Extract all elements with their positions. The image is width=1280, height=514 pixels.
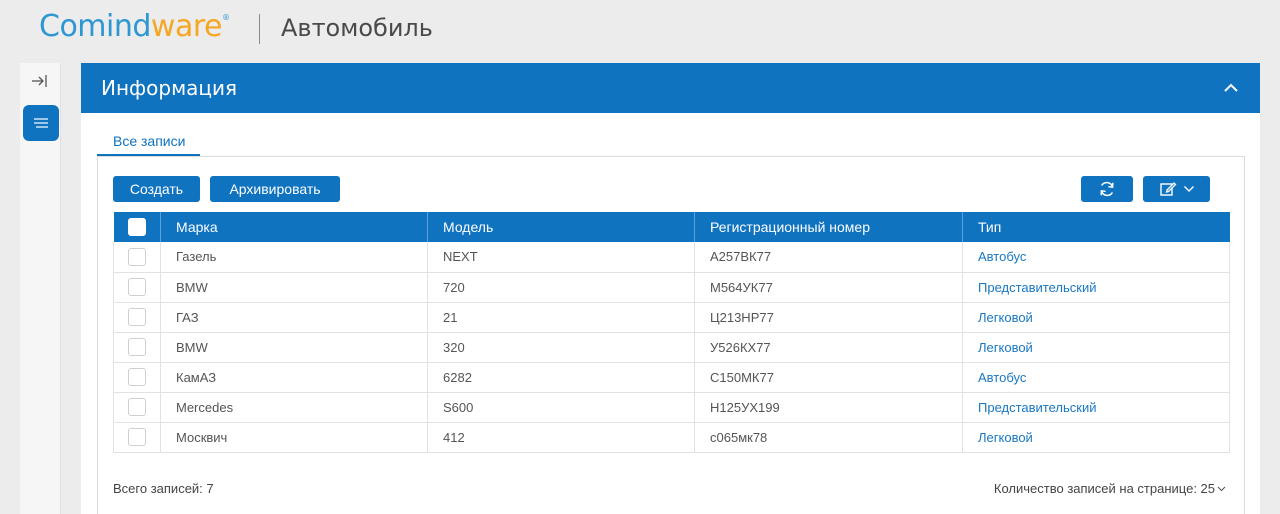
cell-model: 21 <box>427 302 695 333</box>
top-bar: Comindware® Автомобиль <box>0 0 1280 62</box>
cell-type-link[interactable]: Автобус <box>962 362 1230 393</box>
info-panel: Информация Все записи Создать Архивирова… <box>81 63 1260 514</box>
cell-reg-number: Ц213НР77 <box>694 302 963 333</box>
column-header-model[interactable]: Модель <box>427 212 695 242</box>
row-checkbox[interactable] <box>128 368 146 386</box>
row-checkbox[interactable] <box>128 338 146 356</box>
cell-brand: КамАЗ <box>160 362 428 393</box>
column-header-reg-number[interactable]: Регистрационный номер <box>694 212 963 242</box>
column-header-brand[interactable]: Марка <box>160 212 428 242</box>
row-checkbox[interactable] <box>128 398 146 416</box>
cell-reg-number: с065мк78 <box>694 422 963 453</box>
create-button[interactable]: Создать <box>113 176 200 202</box>
select-all-cell <box>113 212 161 242</box>
row-checkbox[interactable] <box>128 278 146 296</box>
cell-brand: Газель <box>160 242 428 273</box>
cell-type-link[interactable]: Представительский <box>962 272 1230 303</box>
cell-brand: Москвич <box>160 422 428 453</box>
table-row[interactable]: ГАЗ 21 Ц213НР77 Легковой <box>113 302 1230 333</box>
cell-brand: BMW <box>160 272 428 303</box>
menu-button[interactable] <box>23 105 59 141</box>
cell-model: 320 <box>427 332 695 363</box>
tabs: Все записи <box>97 133 201 156</box>
page-size-selector[interactable]: Количество записей на странице: 25 <box>994 481 1226 496</box>
side-rail <box>20 63 61 514</box>
page-title: Автомобиль <box>281 14 433 42</box>
records-table: Марка Модель Регистрационный номер Тип Г… <box>113 212 1230 453</box>
cell-reg-number: М564УК77 <box>694 272 963 303</box>
refresh-button[interactable] <box>1081 176 1133 202</box>
cell-brand: BMW <box>160 332 428 363</box>
comindware-logo[interactable]: Comindware® <box>39 9 230 44</box>
chevron-down-icon <box>1217 486 1226 491</box>
cell-model: S600 <box>427 392 695 423</box>
chevron-down-icon <box>1183 186 1194 192</box>
cell-brand: ГАЗ <box>160 302 428 333</box>
edit-icon <box>1159 182 1176 196</box>
cell-reg-number: С150МК77 <box>694 362 963 393</box>
cell-type-link[interactable]: Легковой <box>962 302 1230 333</box>
panel-title: Информация <box>101 76 238 100</box>
table-row[interactable]: BMW 720 М564УК77 Представительский <box>113 272 1230 303</box>
row-checkbox[interactable] <box>128 308 146 326</box>
collapse-sidebar-icon[interactable] <box>29 69 51 93</box>
cell-brand: Mercedes <box>160 392 428 423</box>
cell-reg-number: У526КХ77 <box>694 332 963 363</box>
page-size-label: Количество записей на странице: 25 <box>993 481 1215 496</box>
cell-model: 6282 <box>427 362 695 393</box>
edit-menu-button[interactable] <box>1143 176 1210 202</box>
cell-type-link[interactable]: Легковой <box>962 422 1230 453</box>
chevron-up-icon[interactable] <box>1222 81 1240 95</box>
cell-type-link[interactable]: Автобус <box>962 242 1230 273</box>
select-all-checkbox[interactable] <box>127 218 146 237</box>
table-row[interactable]: Mercedes S600 Н125УХ199 Представительски… <box>113 392 1230 423</box>
cell-model: 412 <box>427 422 695 453</box>
table-row[interactable]: BMW 320 У526КХ77 Легковой <box>113 332 1230 363</box>
table-row[interactable]: КамАЗ 6282 С150МК77 Автобус <box>113 362 1230 393</box>
tab-all-records[interactable]: Все записи <box>97 133 201 156</box>
cell-reg-number: А257ВК77 <box>694 242 963 273</box>
table-header-row: Марка Модель Регистрационный номер Тип <box>113 212 1230 242</box>
title-divider <box>259 14 260 44</box>
row-checkbox[interactable] <box>128 247 146 266</box>
cell-type-link[interactable]: Представительский <box>962 392 1230 423</box>
cell-type-link[interactable]: Легковой <box>962 332 1230 363</box>
table-row[interactable]: Газель NEXT А257ВК77 Автобус <box>113 242 1230 273</box>
cell-reg-number: Н125УХ199 <box>694 392 963 423</box>
column-header-type[interactable]: Тип <box>962 212 1230 242</box>
cell-model: NEXT <box>427 242 695 273</box>
cell-model: 720 <box>427 272 695 303</box>
archive-button[interactable]: Архивировать <box>210 176 340 202</box>
menu-icon <box>34 118 48 128</box>
refresh-icon <box>1100 181 1114 197</box>
total-records-label: Всего записей: 7 <box>113 481 214 496</box>
table-row[interactable]: Москвич 412 с065мк78 Легковой <box>113 422 1230 453</box>
records-container: Создать Архивировать Марка Модель Регист… <box>97 156 1245 514</box>
panel-header: Информация <box>81 63 1260 113</box>
row-checkbox[interactable] <box>128 428 146 446</box>
